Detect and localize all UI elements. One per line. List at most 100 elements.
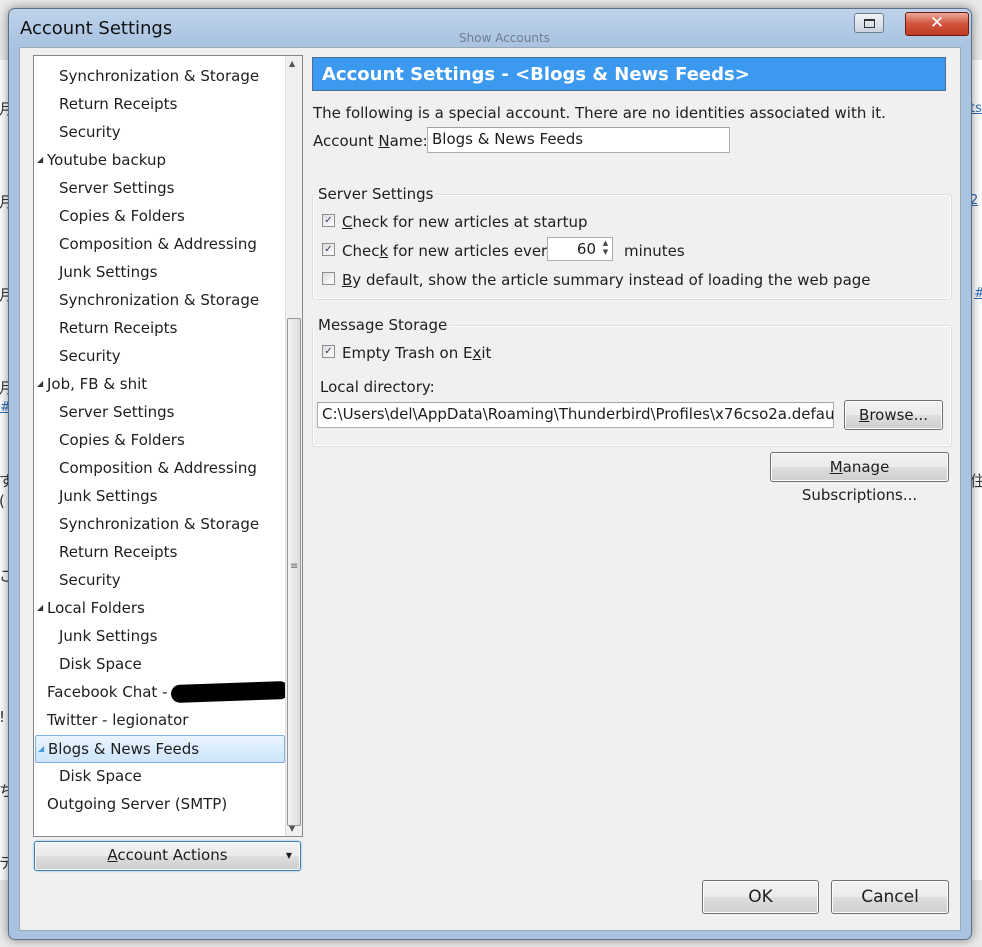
cancel-button[interactable]: Cancel	[831, 880, 949, 914]
tree-item-composition-addressing[interactable]: Composition & Addressing	[34, 455, 286, 483]
tree-item-security[interactable]: Security	[34, 119, 286, 147]
dialog-client-area: Synchronization & Storage Return Receipts…	[19, 47, 961, 931]
account-local-folders[interactable]: ◢ Local Folders	[34, 595, 286, 623]
tree-item-label: Return Receipts	[59, 319, 178, 337]
tree-item-return-receipts[interactable]: Return Receipts	[34, 315, 286, 343]
tree-item-security[interactable]: Security	[34, 567, 286, 595]
tree-item-disk-space[interactable]: Disk Space	[34, 651, 286, 679]
dropdown-arrow-icon: ▼	[285, 851, 292, 860]
local-directory-input[interactable]: C:\Users\del\AppData\Roaming\Thunderbird…	[317, 402, 834, 428]
server-settings-title: Server Settings	[315, 185, 437, 203]
ok-button[interactable]: OK	[702, 880, 819, 914]
check-interval-stepper[interactable]: 60 ▲ ▼	[547, 237, 613, 261]
tree-item-label: Return Receipts	[59, 543, 178, 561]
check-startup-checkbox[interactable]: ✓	[322, 214, 335, 227]
account-settings-dialog: Account Settings Show Accounts ✕ Synchro…	[8, 8, 972, 940]
check-every-checkbox[interactable]: ✓	[322, 243, 335, 256]
account-description: The following is a special account. Ther…	[313, 104, 886, 122]
account-twitter-legionator[interactable]: Twitter - legionator	[34, 707, 286, 735]
tree-item-label: Youtube backup	[47, 151, 166, 169]
tree-item-label: Junk Settings	[59, 627, 158, 645]
tree-item-label: Security	[59, 571, 121, 589]
background-link: #	[974, 286, 982, 301]
message-storage-title: Message Storage	[315, 316, 451, 334]
tree-item-return-receipts[interactable]: Return Receipts	[34, 91, 286, 119]
tree-item-label: Blogs & News Feeds	[48, 740, 200, 758]
account-name-input[interactable]: Blogs & News Feeds	[427, 127, 730, 153]
account-tree[interactable]: Synchronization & Storage Return Receipts…	[33, 55, 303, 837]
restore-button[interactable]	[854, 13, 884, 33]
check-startup-option[interactable]: ✓ Check for new articles at startup	[322, 213, 588, 231]
tree-item-label: Facebook Chat -	[47, 683, 168, 701]
empty-trash-option[interactable]: ✓ Empty Trash on Exit	[322, 344, 491, 362]
tree-item-synchronization-storage[interactable]: Synchronization & Storage	[34, 287, 286, 315]
tree-item-label: Junk Settings	[59, 487, 158, 505]
close-button[interactable]: ✕	[905, 12, 969, 36]
account-job-fb-shit[interactable]: ◢ Job, FB & shit	[34, 371, 286, 399]
background-title: Show Accounts	[459, 31, 550, 45]
grip-icon: ≡	[290, 561, 299, 572]
tree-item-label: Composition & Addressing	[59, 459, 257, 477]
expand-triangle-icon[interactable]: ◢	[37, 595, 43, 621]
restore-icon	[864, 19, 875, 28]
account-actions-button[interactable]: Account Actions ▼	[34, 841, 301, 871]
tree-item-security[interactable]: Security	[34, 343, 286, 371]
redaction-mark	[171, 680, 290, 703]
tree-item-copies-folders[interactable]: Copies & Folders	[34, 203, 286, 231]
stepper-arrows-icon[interactable]: ▲ ▼	[600, 239, 611, 257]
background-text: (	[0, 492, 5, 510]
tree-item-synchronization-storage[interactable]: Synchronization & Storage	[34, 511, 286, 539]
scroll-up-icon[interactable]: ▲	[289, 59, 295, 68]
manage-subscriptions-button[interactable]: Manage Subscriptions...	[770, 452, 949, 504]
scroll-thumb[interactable]: ≡	[287, 318, 301, 826]
tree-item-copies-folders[interactable]: Copies & Folders	[34, 427, 286, 455]
tree-item-label: Disk Space	[59, 655, 142, 673]
tree-item-composition-addressing[interactable]: Composition & Addressing	[34, 231, 286, 259]
tree-item-label: Server Settings	[59, 403, 175, 421]
account-outgoing-server-smtp[interactable]: Outgoing Server (SMTP)	[34, 791, 286, 819]
account-tree-items: Synchronization & Storage Return Receipts…	[34, 63, 290, 819]
show-summary-checkbox[interactable]	[322, 272, 335, 285]
account-blogs-news-feeds[interactable]: ◢ Blogs & News Feeds	[35, 735, 285, 763]
tree-scrollbar[interactable]: ▲ ≡ ▼	[285, 56, 302, 836]
tree-item-label: Return Receipts	[59, 95, 178, 113]
empty-trash-checkbox[interactable]: ✓	[322, 345, 335, 358]
scroll-down-icon[interactable]: ▼	[289, 824, 295, 833]
browse-button[interactable]: Browse...	[844, 400, 943, 430]
tree-item-label: Synchronization & Storage	[59, 515, 260, 533]
expand-triangle-icon[interactable]: ◢	[37, 371, 43, 397]
tree-item-label: Twitter - legionator	[47, 711, 189, 729]
tree-item-label: Synchronization & Storage	[59, 291, 260, 309]
minutes-label: minutes	[624, 242, 685, 260]
tree-item-label: Copies & Folders	[59, 431, 185, 449]
tree-item-label: Security	[59, 347, 121, 365]
expand-triangle-icon[interactable]: ◢	[37, 147, 43, 173]
account-facebook-chat[interactable]: Facebook Chat -	[34, 679, 290, 707]
tree-item-label: Outgoing Server (SMTP)	[47, 795, 228, 813]
tree-item-disk-space[interactable]: Disk Space	[34, 763, 286, 791]
window-title: Account Settings	[20, 18, 173, 39]
check-every-option[interactable]: ✓ Check for new articles every	[322, 242, 556, 260]
tree-item-synchronization-storage[interactable]: Synchronization & Storage	[34, 63, 286, 91]
account-name-label: Account Name:	[313, 132, 428, 150]
tree-item-label: Security	[59, 123, 121, 141]
tree-item-server-settings[interactable]: Server Settings	[34, 175, 286, 203]
tree-item-label: Copies & Folders	[59, 207, 185, 225]
account-youtube-backup[interactable]: ◢ Youtube backup	[34, 147, 286, 175]
tree-item-label: Junk Settings	[59, 263, 158, 281]
tree-item-label: Local Folders	[47, 599, 145, 617]
tree-item-label: Disk Space	[59, 767, 142, 785]
close-icon: ✕	[929, 13, 945, 33]
tree-item-junk-settings[interactable]: Junk Settings	[34, 259, 286, 287]
tree-item-return-receipts[interactable]: Return Receipts	[34, 539, 286, 567]
tree-item-label: Job, FB & shit	[47, 375, 148, 393]
page-title: Account Settings - <Blogs & News Feeds>	[312, 57, 946, 91]
show-summary-option[interactable]: By default, show the article summary ins…	[322, 271, 871, 289]
check-interval-value: 60	[576, 240, 596, 258]
tree-item-server-settings[interactable]: Server Settings	[34, 399, 286, 427]
tree-item-junk-settings[interactable]: Junk Settings	[34, 623, 286, 651]
tree-item-junk-settings[interactable]: Junk Settings	[34, 483, 286, 511]
background-text: !	[0, 708, 5, 726]
tree-item-label: Composition & Addressing	[59, 235, 257, 253]
expand-triangle-icon[interactable]: ◢	[38, 736, 44, 762]
